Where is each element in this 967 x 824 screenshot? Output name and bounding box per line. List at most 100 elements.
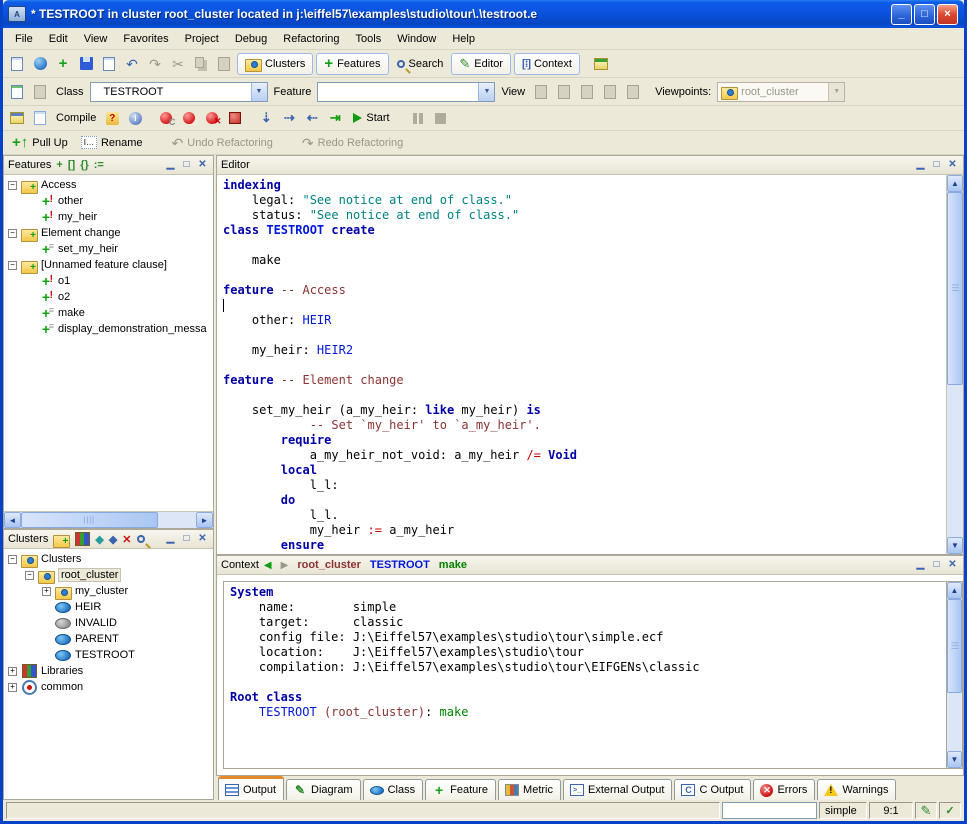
- collapse-icon[interactable]: −: [8, 555, 17, 564]
- step-into-icon[interactable]: ⇣: [256, 108, 276, 128]
- tab-diagram[interactable]: ✎Diagram: [286, 779, 361, 800]
- collapse-icon[interactable]: −: [8, 261, 17, 270]
- feature-item-set_my_heir[interactable]: set_my_heir: [4, 241, 213, 257]
- feature-item-make[interactable]: make: [4, 305, 213, 321]
- menu-file[interactable]: File: [7, 30, 41, 48]
- features-hscrollbar[interactable]: ◄ |||| ►: [4, 511, 213, 528]
- clusters-toggle-button[interactable]: Clusters: [237, 53, 313, 75]
- open-project-icon[interactable]: [30, 54, 50, 74]
- features-toggle-button[interactable]: + Features: [316, 53, 388, 75]
- new-document-icon[interactable]: [7, 54, 27, 74]
- context-crumb-cluster[interactable]: root_cluster: [297, 559, 361, 571]
- new-feature-icon[interactable]: +: [56, 159, 62, 171]
- cluster-item-parent[interactable]: PARENT: [4, 631, 213, 647]
- tab-metric[interactable]: Metric: [498, 779, 561, 800]
- history-back-icon[interactable]: ◀: [264, 560, 272, 571]
- scroll-down-icon[interactable]: ▼: [947, 537, 963, 554]
- panel-minimize-icon[interactable]: ▁: [164, 533, 177, 546]
- context-crumb-class[interactable]: TESTROOT: [370, 559, 430, 571]
- feature-combobox[interactable]: ▼: [317, 82, 495, 102]
- scroll-down-icon[interactable]: ▼: [947, 751, 962, 768]
- scroll-up-icon[interactable]: ▲: [947, 582, 962, 599]
- add-class-diamond-icon[interactable]: ◆: [95, 533, 103, 546]
- tab-c-output[interactable]: CC Output: [674, 779, 751, 800]
- panel-maximize-icon[interactable]: □: [930, 559, 943, 572]
- scroll-up-icon[interactable]: ▲: [947, 175, 963, 192]
- context-crumb-feature[interactable]: make: [439, 559, 467, 571]
- feature-item--unnamed-feature-clause-[interactable]: −[Unnamed feature clause]: [4, 257, 213, 273]
- feature-item-access[interactable]: −Access: [4, 177, 213, 193]
- tab-warnings[interactable]: Warnings: [817, 779, 896, 800]
- cluster-item-libraries[interactable]: +Libraries: [4, 663, 213, 679]
- menu-view[interactable]: View: [76, 30, 116, 48]
- start-button[interactable]: Start: [348, 110, 394, 126]
- vscroll-thumb[interactable]: |||: [947, 599, 962, 693]
- chevron-down-icon[interactable]: ▼: [251, 83, 267, 101]
- maximize-button[interactable]: □: [914, 4, 935, 25]
- expand-icon[interactable]: +: [8, 683, 17, 692]
- cluster-item-testroot[interactable]: TESTROOT: [4, 647, 213, 663]
- signature-icon[interactable]: :=: [94, 159, 104, 171]
- editor-vscrollbar[interactable]: ▲ ||| ▼: [946, 175, 963, 554]
- cluster-item-common[interactable]: +common: [4, 679, 213, 695]
- title-bar[interactable]: A * TESTROOT in cluster root_cluster loc…: [3, 0, 964, 28]
- search-button[interactable]: Search: [392, 56, 449, 72]
- panel-maximize-icon[interactable]: □: [180, 159, 193, 172]
- menu-window[interactable]: Window: [389, 30, 444, 48]
- add-cluster-diamond-icon[interactable]: ◆: [109, 533, 117, 546]
- cluster-item-my_cluster[interactable]: +my_cluster: [4, 583, 213, 599]
- collapse-icon[interactable]: −: [25, 571, 34, 580]
- feature-item-o1[interactable]: o1: [4, 273, 213, 289]
- alphabetical-sort-icon[interactable]: []: [68, 159, 75, 171]
- precompile-icon[interactable]: [30, 108, 50, 128]
- panel-close-icon[interactable]: ✕: [946, 159, 959, 172]
- editor-code-area[interactable]: indexing legal: "See notice at end of cl…: [217, 175, 946, 554]
- cluster-item-root_cluster[interactable]: −root_cluster: [4, 567, 213, 583]
- context-toggle-button[interactable]: [⁞] Context: [514, 53, 580, 75]
- settings-icon[interactable]: [7, 108, 27, 128]
- new-class-icon[interactable]: +: [53, 54, 73, 74]
- menu-refactoring[interactable]: Refactoring: [275, 30, 347, 48]
- scroll-left-icon[interactable]: ◄: [4, 512, 21, 528]
- menu-edit[interactable]: Edit: [41, 30, 76, 48]
- cluster-item-heir[interactable]: HEIR: [4, 599, 213, 615]
- class-combobox[interactable]: TESTROOT ▼: [90, 82, 268, 102]
- pull-up-button[interactable]: +↑ Pull Up: [7, 133, 73, 152]
- save-icon[interactable]: [76, 54, 96, 74]
- context-vscrollbar[interactable]: ▲ ||| ▼: [946, 581, 963, 769]
- vscroll-thumb[interactable]: |||: [947, 192, 963, 385]
- expand-icon[interactable]: +: [8, 667, 17, 676]
- compile-label[interactable]: Compile: [53, 112, 99, 124]
- editor-toggle-button[interactable]: ✎ Editor: [451, 53, 511, 75]
- feature-item-display_demonstration_messa[interactable]: display_demonstration_messa: [4, 321, 213, 337]
- undo-icon[interactable]: ↶: [122, 54, 142, 74]
- remove-item-icon[interactable]: ✕: [122, 533, 131, 546]
- save-all-icon[interactable]: [99, 54, 119, 74]
- hscroll-thumb[interactable]: ||||: [21, 512, 158, 528]
- menu-debug[interactable]: Debug: [227, 30, 275, 48]
- scroll-right-icon[interactable]: ►: [196, 512, 213, 528]
- menu-project[interactable]: Project: [177, 30, 227, 48]
- clause-sort-icon[interactable]: {}: [80, 159, 89, 171]
- panel-minimize-icon[interactable]: ▁: [914, 559, 927, 572]
- step-over-icon[interactable]: ⇢: [279, 108, 299, 128]
- tab-class[interactable]: Class: [363, 779, 424, 800]
- minimize-button[interactable]: _: [891, 4, 912, 25]
- panel-close-icon[interactable]: ✕: [946, 559, 959, 572]
- cluster-item-invalid[interactable]: INVALID: [4, 615, 213, 631]
- new-library-icon[interactable]: [74, 533, 90, 546]
- panel-maximize-icon[interactable]: □: [930, 159, 943, 172]
- clusters-search-icon[interactable]: [137, 535, 145, 543]
- feature-item-other[interactable]: other: [4, 193, 213, 209]
- send-to-icon[interactable]: [7, 82, 27, 102]
- collapse-icon[interactable]: −: [8, 229, 17, 238]
- menu-favorites[interactable]: Favorites: [115, 30, 176, 48]
- finalize-icon[interactable]: ✕: [202, 108, 222, 128]
- feature-item-o2[interactable]: o2: [4, 289, 213, 305]
- close-button[interactable]: ×: [937, 4, 958, 25]
- freeze-icon[interactable]: ○: [179, 108, 199, 128]
- tab-output[interactable]: Output: [218, 776, 284, 800]
- menu-tools[interactable]: Tools: [348, 30, 390, 48]
- info-icon[interactable]: i: [125, 108, 145, 128]
- collapse-icon[interactable]: −: [8, 181, 17, 190]
